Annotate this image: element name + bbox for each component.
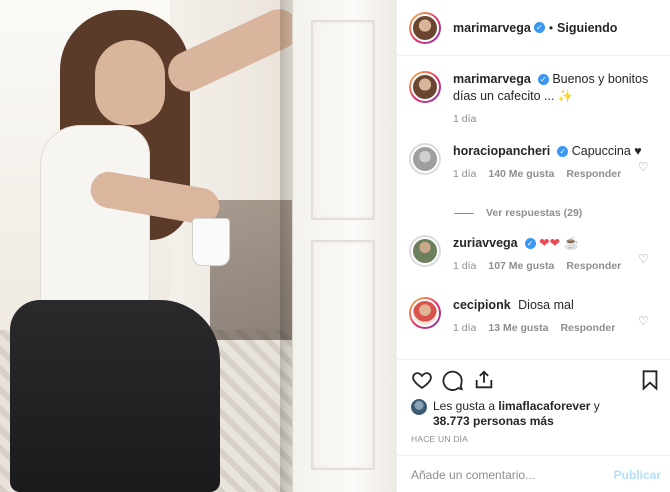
comment-text: horaciopancheri ✓ Capuccina ♥ [453, 143, 664, 160]
author-username[interactable]: marimarvega [453, 21, 531, 35]
caption-avatar[interactable] [409, 71, 441, 103]
comment-row: zuriavvega ✓ ❤❤ ☕ 1 día 107 Me gusta Resp… [409, 235, 664, 272]
view-replies-button[interactable]: Ver respuestas (29) [454, 207, 582, 219]
comment-like-heart-icon[interactable]: ♡ [638, 161, 650, 173]
verified-badge-icon: ✓ [537, 74, 549, 86]
share-icon[interactable] [473, 369, 495, 391]
door-panel [311, 240, 375, 470]
comment-meta: 1 día 140 Me gusta Responder [453, 168, 664, 180]
post-actions: Les gusta a limaflacaforever y 38.773 pe… [397, 359, 670, 492]
likes-prefix: Les gusta a [433, 399, 496, 413]
comment-username[interactable]: zuriavvega [453, 236, 518, 250]
verified-badge-icon: ✓ [533, 22, 545, 33]
bookmark-icon[interactable] [639, 369, 661, 391]
comment-time[interactable]: 1 día [453, 260, 476, 272]
post-sidebar: marimarvega ✓ • Siguiendo marimarvega ✓ B… [396, 0, 670, 492]
comment-body: ❤❤ ☕ [539, 236, 580, 250]
publish-button[interactable]: Publicar [614, 468, 661, 482]
reply-button[interactable]: Responder [566, 168, 621, 180]
door-panel [311, 20, 375, 220]
commenter-avatar[interactable] [409, 235, 441, 267]
comment-body: Capuccina ♥ [571, 144, 642, 158]
comment-time[interactable]: 1 día [453, 168, 476, 180]
photo-door [292, 0, 396, 492]
caption-username[interactable]: marimarvega [453, 72, 531, 86]
photo-jeans [10, 300, 220, 492]
reply-button[interactable]: Responder [560, 322, 615, 334]
comment-icon[interactable] [442, 369, 464, 391]
likes-summary: Les gusta a limaflacaforever y 38.773 pe… [411, 399, 600, 429]
liker-username[interactable]: limaflacaforever [498, 399, 590, 413]
comment-username[interactable]: horaciopancheri [453, 144, 550, 158]
comments-list[interactable]: marimarvega ✓ Buenos y bonitos días un ca… [397, 57, 670, 359]
comment-username[interactable]: cecipionk [453, 298, 511, 312]
caption-row: marimarvega ✓ Buenos y bonitos días un ca… [409, 71, 664, 125]
header-separator: • [548, 20, 554, 35]
post-timestamp[interactable]: HACE UN DÍA [411, 434, 468, 444]
likes-text: Les gusta a limaflacaforever y 38.773 pe… [433, 399, 600, 429]
comment-row: cecipionk Diosa mal 1 día 13 Me gusta Re… [409, 297, 664, 334]
author-avatar[interactable] [409, 11, 441, 44]
photo-top [40, 125, 150, 310]
comment-like-heart-icon[interactable]: ♡ [638, 253, 650, 265]
likes-others[interactable]: 38.773 personas más [433, 414, 554, 428]
caption-time[interactable]: 1 día [453, 113, 476, 125]
caption-meta: 1 día [453, 113, 664, 125]
comment-meta: 1 día 107 Me gusta Responder [453, 260, 664, 272]
following-button[interactable]: Siguiendo [557, 21, 617, 35]
comment-text: cecipionk Diosa mal [453, 297, 664, 314]
commenter-avatar[interactable] [409, 297, 441, 329]
comment-body: Diosa mal [518, 298, 574, 312]
commenter-avatar[interactable] [409, 143, 441, 175]
comment-row: horaciopancheri ✓ Capuccina ♥ 1 día 140 M… [409, 143, 664, 180]
comment-likes[interactable]: 13 Me gusta [488, 322, 548, 334]
replies-line [454, 212, 474, 214]
comment-likes[interactable]: 140 Me gusta [488, 168, 554, 180]
photo-face [95, 40, 165, 125]
likes-conj: y [593, 399, 600, 413]
add-comment-form: Publicar [397, 455, 670, 492]
comment-time[interactable]: 1 día [453, 322, 476, 334]
post-photo[interactable] [0, 0, 396, 492]
liker-avatar[interactable] [411, 399, 427, 415]
action-icons [411, 369, 661, 393]
photo-mug [192, 218, 230, 266]
comment-meta: 1 día 13 Me gusta Responder [453, 322, 664, 334]
post-header: marimarvega ✓ • Siguiendo [397, 0, 670, 56]
comment-like-heart-icon[interactable]: ♡ [638, 315, 650, 327]
view-replies-label: Ver respuestas (29) [486, 207, 583, 219]
verified-badge-icon: ✓ [557, 146, 569, 158]
comment-likes[interactable]: 107 Me gusta [488, 260, 554, 272]
caption-text: marimarvega ✓ Buenos y bonitos días un ca… [453, 71, 664, 105]
heart-icon[interactable] [411, 369, 433, 391]
verified-badge-icon: ✓ [524, 238, 536, 250]
comment-text: zuriavvega ✓ ❤❤ ☕ [453, 235, 664, 252]
comment-input[interactable] [411, 467, 601, 482]
reply-button[interactable]: Responder [566, 260, 621, 272]
